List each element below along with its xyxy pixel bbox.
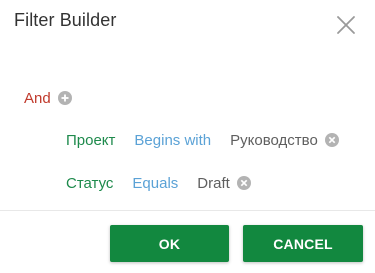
condition-row: Статус Equals Draft <box>66 172 251 194</box>
remove-circle-icon[interactable] <box>236 176 251 190</box>
plus-circle-icon[interactable] <box>57 91 72 105</box>
remove-circle-icon[interactable] <box>324 133 339 147</box>
condition-operation[interactable]: Equals <box>132 175 178 192</box>
footer-divider <box>0 210 375 211</box>
filter-builder-dialog: Filter Builder And Проект Begins with Ру… <box>0 0 375 273</box>
condition-row: Проект Begins with Руководство <box>66 129 339 151</box>
condition-value[interactable]: Draft <box>197 175 230 192</box>
group-operator[interactable]: And <box>24 90 51 107</box>
cancel-button[interactable]: CANCEL <box>243 225 363 262</box>
condition-operation[interactable]: Begins with <box>134 132 211 149</box>
filter-group: And <box>24 88 72 108</box>
condition-field[interactable]: Статус <box>66 175 113 192</box>
close-icon[interactable] <box>333 12 359 38</box>
ok-button[interactable]: OK <box>110 225 229 262</box>
condition-value[interactable]: Руководство <box>230 132 318 149</box>
dialog-title: Filter Builder <box>14 10 117 30</box>
condition-field[interactable]: Проект <box>66 132 115 149</box>
